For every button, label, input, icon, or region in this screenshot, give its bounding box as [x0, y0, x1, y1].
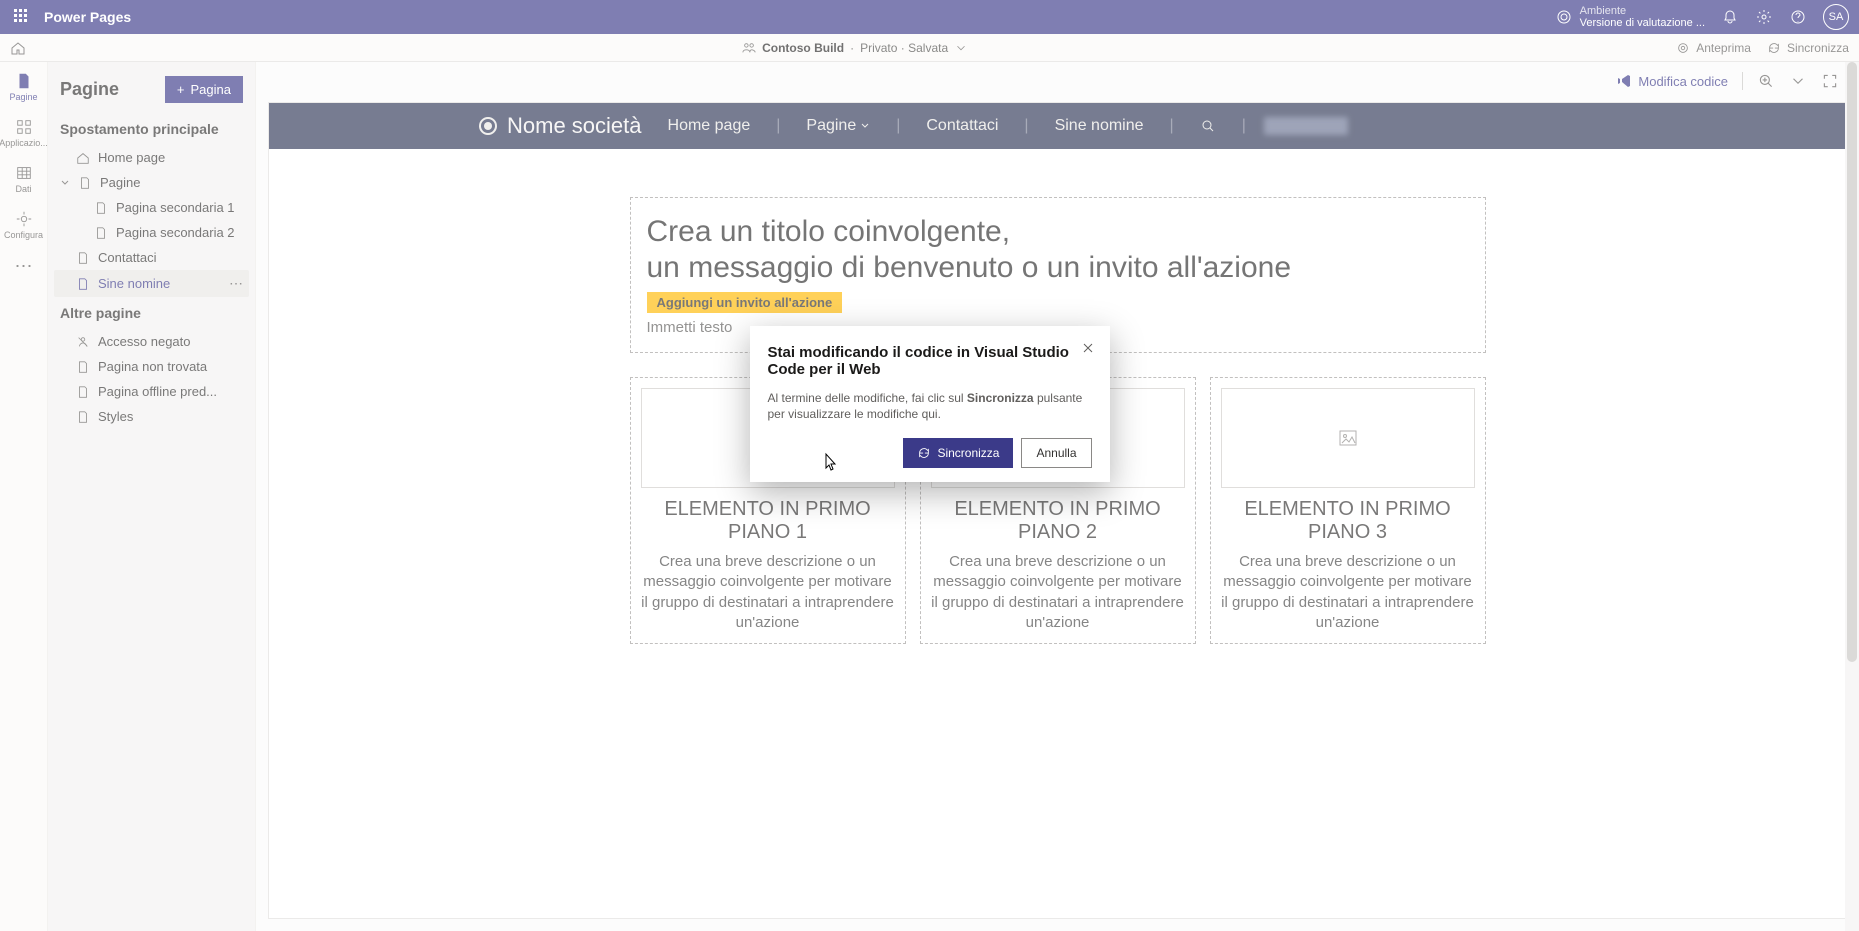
modal-close-button[interactable] — [1078, 338, 1098, 358]
modal-sync-label: Sincronizza — [937, 446, 999, 460]
modal-body-pre: Al termine delle modifiche, fai clic sul — [768, 391, 967, 405]
sync-modal: Stai modificando il codice in Visual Stu… — [750, 326, 1110, 482]
modal-sync-button[interactable]: Sincronizza — [903, 438, 1013, 468]
sync-icon — [917, 446, 931, 460]
close-icon — [1082, 342, 1094, 354]
modal-body: Al termine delle modifiche, fai clic sul… — [768, 390, 1092, 422]
modal-title: Stai modificando il codice in Visual Stu… — [768, 344, 1092, 378]
modal-body-bold: Sincronizza — [967, 391, 1034, 405]
modal-cancel-button[interactable]: Annulla — [1021, 438, 1091, 468]
